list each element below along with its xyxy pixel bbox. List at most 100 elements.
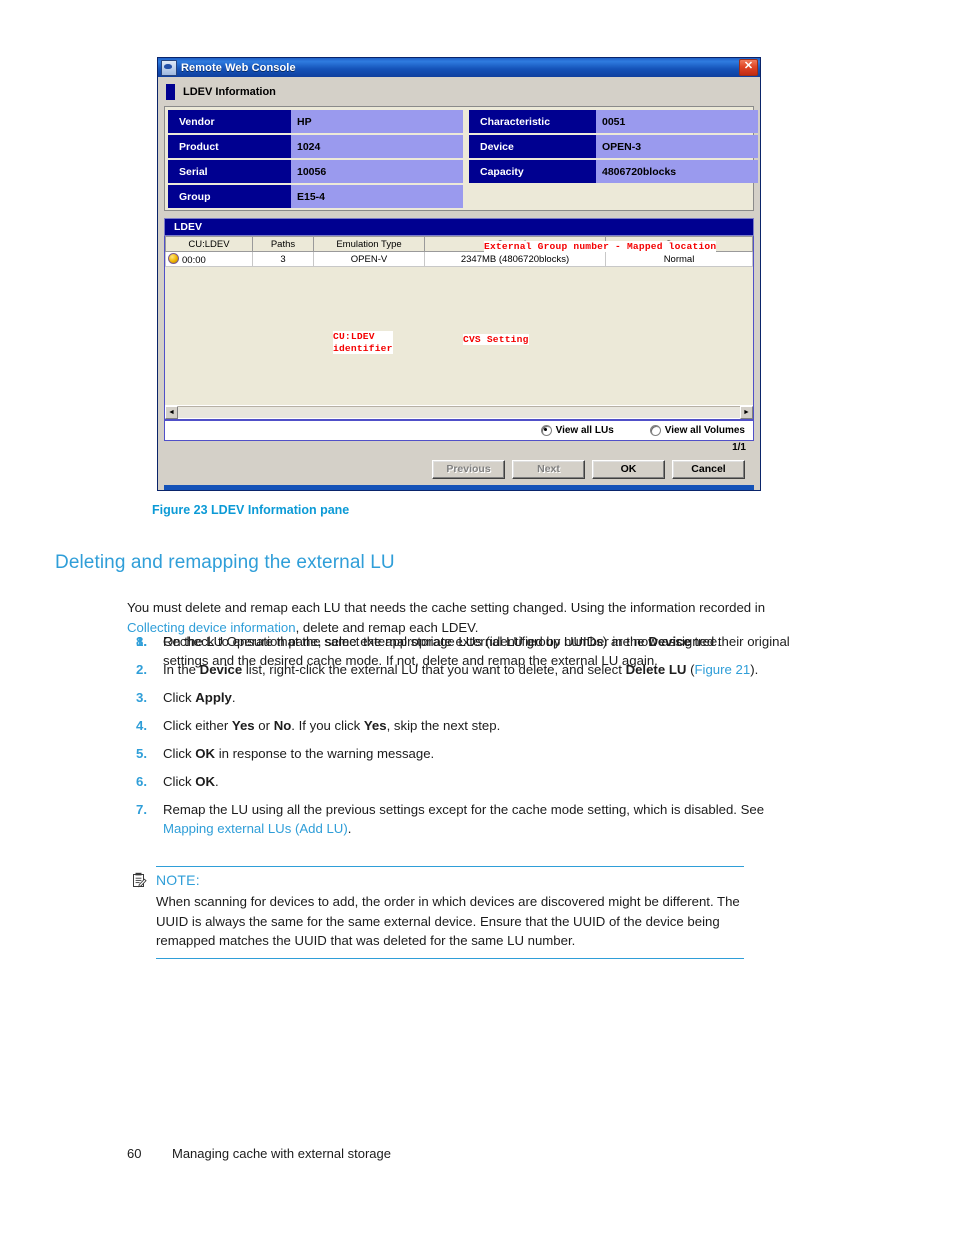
cancel-button[interactable]: Cancel — [672, 460, 745, 479]
remote-web-console-window: Remote Web Console ✕ LDEV Information Ve… — [157, 57, 761, 491]
step-text: Click — [163, 746, 196, 761]
window-titlebar[interactable]: Remote Web Console ✕ — [158, 58, 760, 77]
window-body: LDEV Information Vendor HP Characteristi… — [158, 77, 760, 490]
step-text: . — [215, 774, 219, 789]
info-row: Group E15-4 — [168, 185, 750, 208]
list-item: 8. Recheck to ensure that the same extern… — [127, 632, 817, 670]
note-top-rule — [156, 866, 744, 868]
pane-marker-icon — [166, 83, 175, 100]
step-text: . If you click — [291, 718, 364, 733]
info-label-product: Product — [168, 135, 291, 158]
step-number: 5. — [136, 746, 147, 761]
scrollbar-track[interactable] — [178, 406, 740, 419]
radio-view-all-volumes[interactable]: View all Volumes — [649, 425, 745, 436]
step-text: or — [254, 718, 274, 733]
col-header-emulation-type[interactable]: Emulation Type — [313, 236, 425, 252]
info-row: Product 1024 Device OPEN-3 — [168, 135, 758, 158]
note-clipboard-icon — [132, 872, 147, 888]
radio-selected-icon[interactable] — [540, 425, 552, 436]
list-item: 5. Click OK in response to the warning me… — [127, 744, 817, 763]
cell-emulation: OPEN-V — [313, 251, 425, 267]
figure-screenshot: Remote Web Console ✕ LDEV Information Ve… — [157, 57, 761, 491]
info-label-device: Device — [469, 135, 596, 158]
dialog-button-row: Previous Next OK Cancel — [164, 454, 754, 485]
window-title: Remote Web Console — [181, 61, 296, 74]
step-emphasis: Apply — [195, 690, 232, 705]
info-value-characteristic: 0051 — [596, 110, 758, 133]
list-item: 7. Remap the LU using all the previous se… — [127, 800, 817, 838]
next-button[interactable]: Next — [512, 460, 585, 479]
cell-culdev: 00:00 — [165, 251, 253, 267]
ie-document-icon — [161, 59, 177, 76]
col-header-paths[interactable]: Paths — [252, 236, 314, 252]
info-row: Vendor HP Characteristic 0051 — [168, 110, 758, 133]
info-value-vendor: HP — [291, 110, 463, 133]
previous-button[interactable]: Previous — [432, 460, 505, 479]
note-callout: NOTE: When scanning for devices to add, … — [133, 866, 744, 960]
step-number: 6. — [136, 774, 147, 789]
step-emphasis: OK — [195, 746, 216, 761]
cell-paths: 3 — [252, 251, 314, 267]
view-mode-radio-group: View all LUs View all Volumes — [164, 420, 754, 441]
radio-label-view-all-lus: View all LUs — [555, 425, 614, 436]
annotation-culdev-line2: identifier — [333, 342, 393, 354]
cell-status: Normal — [605, 251, 753, 267]
info-label-serial: Serial — [168, 160, 291, 183]
table-row[interactable]: 00:00 3 OPEN-V 2347MB (4806720blocks) No… — [165, 251, 753, 267]
figure-caption: Figure 23 LDEV Information pane — [152, 503, 350, 517]
horizontal-scrollbar[interactable]: ◄ ► — [165, 405, 753, 419]
window-status-bar — [164, 485, 754, 490]
step-number: 8. — [136, 634, 147, 649]
annotation-culdev-line1: CU:LDEV — [333, 331, 375, 342]
step-link[interactable]: Mapping external LUs (Add LU) — [163, 821, 348, 836]
annotation-cvs-callout: CVS Setting — [463, 334, 529, 345]
close-icon[interactable]: ✕ — [739, 59, 758, 76]
pane-header: LDEV Information — [166, 82, 754, 101]
ldev-section-header: LDEV — [164, 218, 754, 236]
step-text: . — [347, 821, 352, 836]
note-body: When scanning for devices to add, the or… — [156, 894, 740, 949]
annotation-group-callout: External Group number - Mapped location — [484, 241, 717, 252]
ok-button[interactable]: OK — [592, 460, 665, 479]
note-bottom-rule — [156, 957, 744, 960]
col-header-culdev[interactable]: CU:LDEV — [165, 236, 253, 252]
info-label-capacity: Capacity — [469, 160, 596, 183]
ldev-section-title: LDEV — [174, 221, 203, 233]
step-emphasis: OK — [195, 774, 216, 789]
scroll-right-arrow-icon[interactable]: ► — [740, 406, 753, 419]
info-label-group: Group — [168, 185, 291, 208]
step-emphasis: Yes — [363, 718, 387, 733]
lu-volume-icon — [168, 252, 179, 264]
list-item: 4. Click either Yes or No. If you click Y… — [127, 716, 817, 735]
procedure-step-8: 8. Recheck to ensure that the same extern… — [127, 632, 817, 679]
intro-part1: You must delete and remap each LU that n… — [127, 600, 766, 616]
table-empty-space — [165, 267, 753, 405]
info-row: Serial 10056 Capacity 4806720blocks — [168, 160, 758, 183]
page-indicator: 1/1 — [732, 442, 746, 453]
info-value-group: E15-4 — [291, 185, 463, 208]
ldev-table-area: CU:LDEV Paths Emulation Type Capacity St… — [164, 236, 754, 420]
step-text: Click — [163, 774, 196, 789]
list-item: 6. Click OK. — [127, 772, 817, 791]
list-item: 3. Click Apply. — [127, 688, 817, 707]
radio-view-all-lus[interactable]: View all LUs — [540, 425, 614, 436]
step-text: Remap the LU using all the previous sett… — [163, 802, 765, 817]
step-text: . — [231, 690, 236, 705]
step-number: 4. — [136, 718, 147, 733]
radio-unselected-icon[interactable] — [649, 425, 661, 436]
step-text: Click — [163, 690, 196, 705]
step-text: in response to the warning message. — [215, 746, 435, 761]
note-header: NOTE: — [133, 872, 744, 889]
footer-chapter-title: Managing cache with external storage — [172, 1146, 391, 1161]
note-label: NOTE: — [156, 872, 200, 889]
scroll-left-arrow-icon[interactable]: ◄ — [165, 406, 178, 419]
info-value-device: OPEN-3 — [596, 135, 758, 158]
step-text: , skip the next step. — [386, 718, 501, 733]
step-text: Recheck to ensure that the same external… — [163, 634, 790, 668]
info-label-characteristic: Characteristic — [469, 110, 596, 133]
info-value-capacity: 4806720blocks — [596, 160, 758, 183]
device-info-block: Vendor HP Characteristic 0051 Product 10… — [164, 106, 758, 211]
step-emphasis: No — [273, 718, 292, 733]
cell-culdev-text: 00:00 — [182, 254, 206, 266]
annotation-culdev-callout: CU:LDEV identifier — [333, 331, 393, 354]
